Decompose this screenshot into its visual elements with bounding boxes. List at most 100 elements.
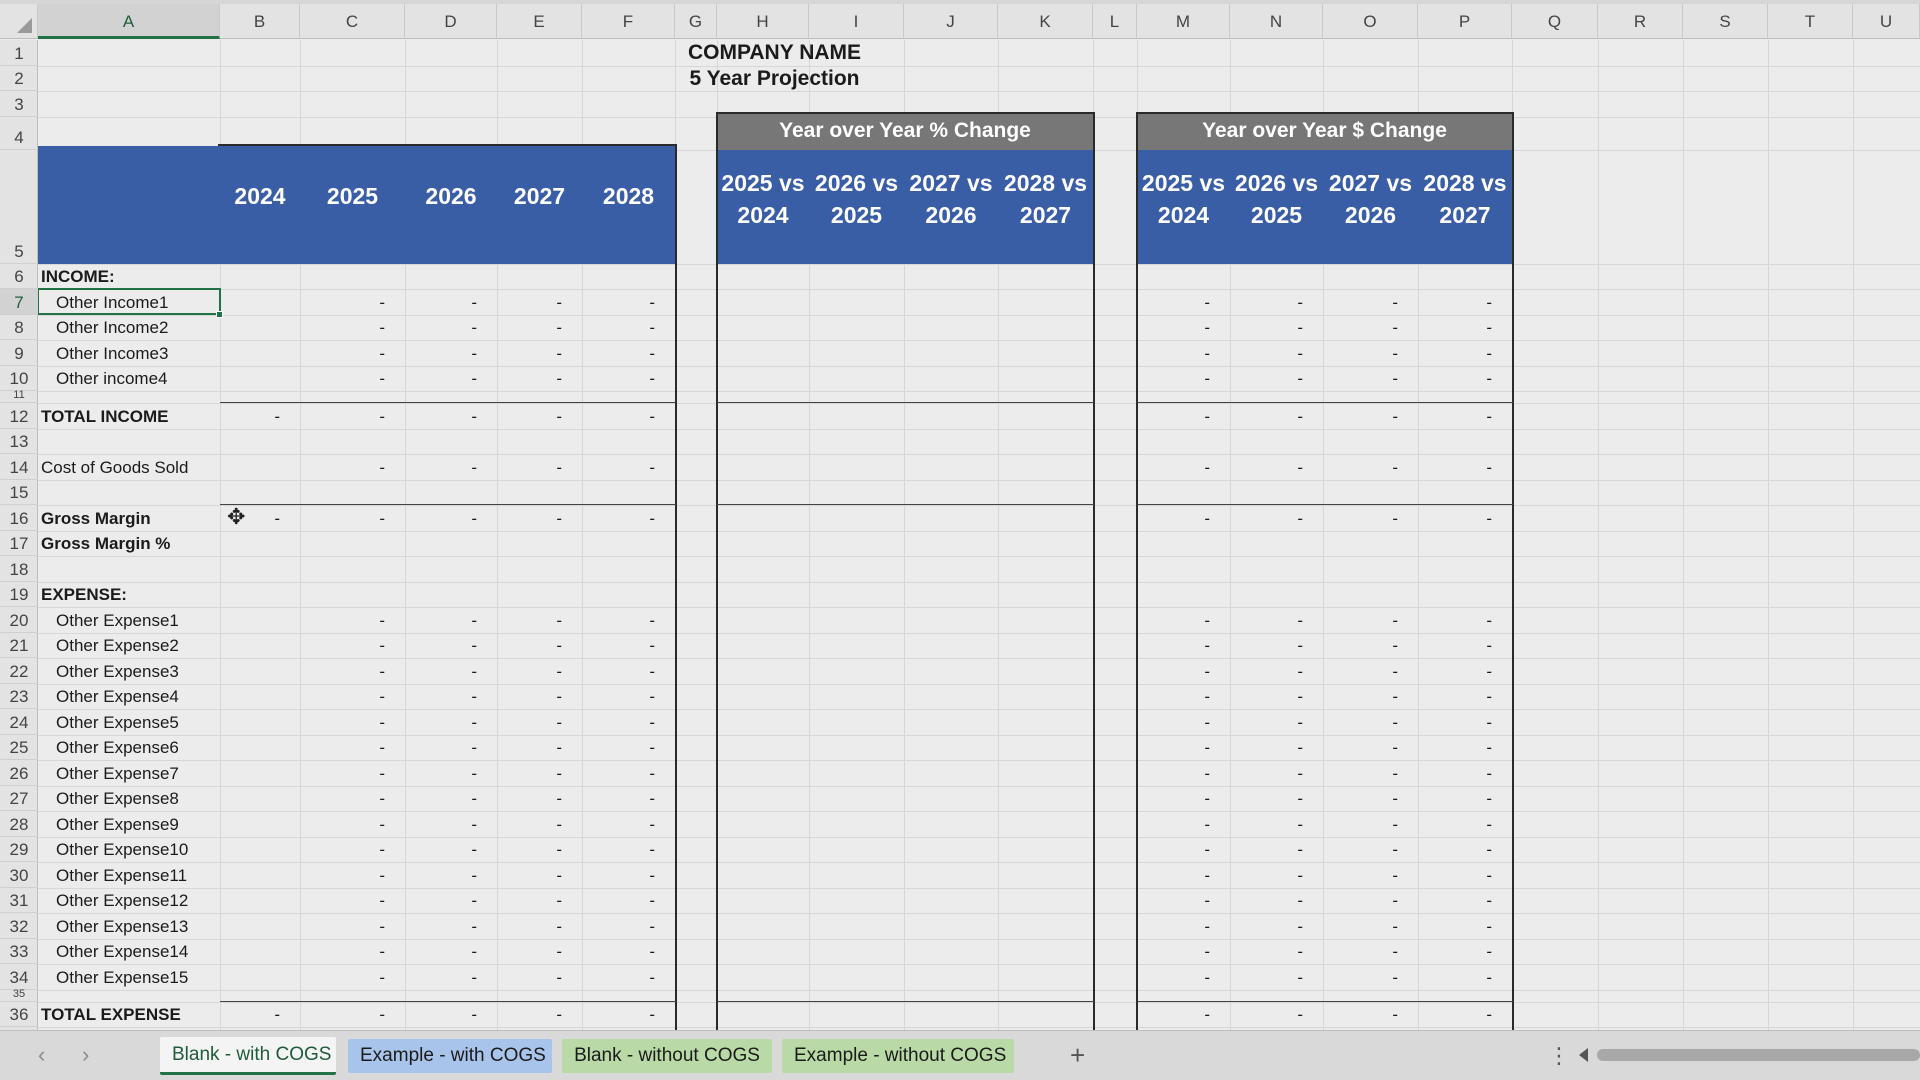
value-cell[interactable]: - bbox=[582, 917, 675, 937]
column-header-m[interactable]: M bbox=[1137, 4, 1230, 39]
row-header-31[interactable]: 31 bbox=[0, 888, 38, 913]
value-cell[interactable]: - bbox=[405, 866, 497, 886]
value-cell[interactable]: - bbox=[582, 840, 675, 860]
value-cell[interactable]: - bbox=[300, 713, 405, 733]
dollar-change-cell[interactable]: - bbox=[1418, 687, 1512, 707]
dollar-change-cell[interactable]: - bbox=[1323, 738, 1418, 758]
dollar-change-cell[interactable]: - bbox=[1230, 687, 1323, 707]
dollar-change-cell[interactable]: - bbox=[1230, 369, 1323, 389]
row-header-13[interactable]: 13 bbox=[0, 429, 38, 454]
value-cell[interactable]: - bbox=[582, 344, 675, 364]
select-all-corner[interactable] bbox=[0, 4, 38, 39]
dollar-change-cell[interactable]: - bbox=[1230, 344, 1323, 364]
sheet-tab-2[interactable]: Example - with COGS bbox=[348, 1039, 552, 1073]
value-cell[interactable]: - bbox=[405, 840, 497, 860]
dollar-change-cell[interactable]: - bbox=[1418, 968, 1512, 988]
dollar-change-cell[interactable]: - bbox=[1230, 636, 1323, 656]
value-cell[interactable]: - bbox=[582, 636, 675, 656]
value-cell[interactable]: - bbox=[300, 318, 405, 338]
dollar-change-cell[interactable]: - bbox=[1230, 738, 1323, 758]
selected-cell-outline[interactable] bbox=[38, 288, 221, 315]
value-cell[interactable]: - bbox=[405, 764, 497, 784]
column-header-d[interactable]: D bbox=[405, 4, 497, 39]
column-header-u[interactable]: U bbox=[1853, 4, 1920, 39]
column-header-h[interactable]: H bbox=[717, 4, 809, 39]
value-cell[interactable]: - bbox=[497, 344, 582, 364]
sheet-tab-4[interactable]: Example - without COGS bbox=[782, 1039, 1014, 1073]
dollar-change-cell[interactable]: - bbox=[1230, 840, 1323, 860]
value-cell[interactable]: - bbox=[300, 891, 405, 911]
dollar-change-cell[interactable]: - bbox=[1418, 662, 1512, 682]
value-cell[interactable]: - bbox=[405, 344, 497, 364]
dollar-change-cell[interactable]: - bbox=[1323, 509, 1418, 529]
dollar-change-cell[interactable]: - bbox=[1137, 636, 1230, 656]
dollar-change-cell[interactable]: - bbox=[1137, 764, 1230, 784]
dollar-change-cell[interactable]: - bbox=[1230, 407, 1323, 427]
value-cell[interactable]: - bbox=[582, 407, 675, 427]
dollar-change-cell[interactable]: - bbox=[1323, 1005, 1418, 1025]
dollar-change-cell[interactable]: - bbox=[1137, 293, 1230, 313]
value-cell[interactable]: - bbox=[582, 815, 675, 835]
row-header-35[interactable]: 35 bbox=[0, 988, 38, 1002]
dollar-change-cell[interactable]: - bbox=[1137, 458, 1230, 478]
column-header-n[interactable]: N bbox=[1230, 4, 1323, 39]
value-cell[interactable]: - bbox=[582, 509, 675, 529]
value-cell[interactable]: - bbox=[405, 891, 497, 911]
sheet-tab-1[interactable]: Blank - with COGS bbox=[160, 1037, 336, 1075]
sheet-tab-3[interactable]: Blank - without COGS bbox=[562, 1039, 772, 1073]
dollar-change-cell[interactable]: - bbox=[1230, 789, 1323, 809]
value-cell[interactable]: - bbox=[300, 968, 405, 988]
value-cell[interactable]: - bbox=[582, 293, 675, 313]
row-header-21[interactable]: 21 bbox=[0, 633, 38, 658]
value-cell[interactable]: - bbox=[300, 917, 405, 937]
value-cell[interactable]: - bbox=[582, 713, 675, 733]
column-header-q[interactable]: Q bbox=[1512, 4, 1598, 39]
row-header-34[interactable]: 34 bbox=[0, 964, 38, 990]
dollar-change-cell[interactable]: - bbox=[1230, 891, 1323, 911]
value-cell[interactable]: - bbox=[300, 636, 405, 656]
column-header-f[interactable]: F bbox=[582, 4, 675, 39]
value-cell[interactable]: - bbox=[300, 866, 405, 886]
dollar-change-cell[interactable]: - bbox=[1323, 866, 1418, 886]
dollar-change-cell[interactable]: - bbox=[1418, 713, 1512, 733]
row-header-27[interactable]: 27 bbox=[0, 786, 38, 811]
value-cell[interactable]: - bbox=[220, 1005, 300, 1025]
dollar-change-cell[interactable]: - bbox=[1137, 687, 1230, 707]
value-cell[interactable]: - bbox=[405, 407, 497, 427]
plus-icon[interactable]: + bbox=[1070, 1039, 1085, 1071]
value-cell[interactable]: - bbox=[300, 764, 405, 784]
column-header-l[interactable]: L bbox=[1093, 4, 1137, 39]
row-header-9[interactable]: 9 bbox=[0, 340, 38, 366]
chevron-left-icon[interactable]: ‹ bbox=[38, 1041, 45, 1069]
dollar-change-cell[interactable]: - bbox=[1323, 611, 1418, 631]
dollar-change-cell[interactable]: - bbox=[1418, 789, 1512, 809]
dollar-change-cell[interactable]: - bbox=[1418, 407, 1512, 427]
row-header-28[interactable]: 28 bbox=[0, 811, 38, 837]
row-header-5[interactable]: 5 bbox=[0, 150, 38, 264]
value-cell[interactable]: - bbox=[582, 764, 675, 784]
value-cell[interactable]: - bbox=[405, 917, 497, 937]
dollar-change-cell[interactable]: - bbox=[1323, 407, 1418, 427]
value-cell[interactable]: - bbox=[497, 891, 582, 911]
row-header-7[interactable]: 7 bbox=[0, 289, 38, 315]
dollar-change-cell[interactable]: - bbox=[1418, 840, 1512, 860]
value-cell[interactable]: - bbox=[582, 611, 675, 631]
dollar-change-cell[interactable]: - bbox=[1230, 458, 1323, 478]
dollar-change-cell[interactable]: - bbox=[1323, 713, 1418, 733]
value-cell[interactable]: - bbox=[582, 866, 675, 886]
column-header-a[interactable]: A bbox=[38, 4, 220, 39]
dollar-change-cell[interactable]: - bbox=[1137, 713, 1230, 733]
value-cell[interactable]: - bbox=[497, 407, 582, 427]
dollar-change-cell[interactable]: - bbox=[1230, 1005, 1323, 1025]
value-cell[interactable]: - bbox=[300, 369, 405, 389]
dollar-change-cell[interactable]: - bbox=[1137, 942, 1230, 962]
value-cell[interactable]: - bbox=[497, 509, 582, 529]
column-header-s[interactable]: S bbox=[1683, 4, 1768, 39]
scrollbar-thumb[interactable] bbox=[1597, 1049, 1920, 1061]
dollar-change-cell[interactable]: - bbox=[1418, 611, 1512, 631]
dollar-change-cell[interactable]: - bbox=[1230, 968, 1323, 988]
dollar-change-cell[interactable]: - bbox=[1323, 687, 1418, 707]
column-header-c[interactable]: C bbox=[300, 4, 405, 39]
dollar-change-cell[interactable]: - bbox=[1323, 293, 1418, 313]
value-cell[interactable]: - bbox=[582, 369, 675, 389]
